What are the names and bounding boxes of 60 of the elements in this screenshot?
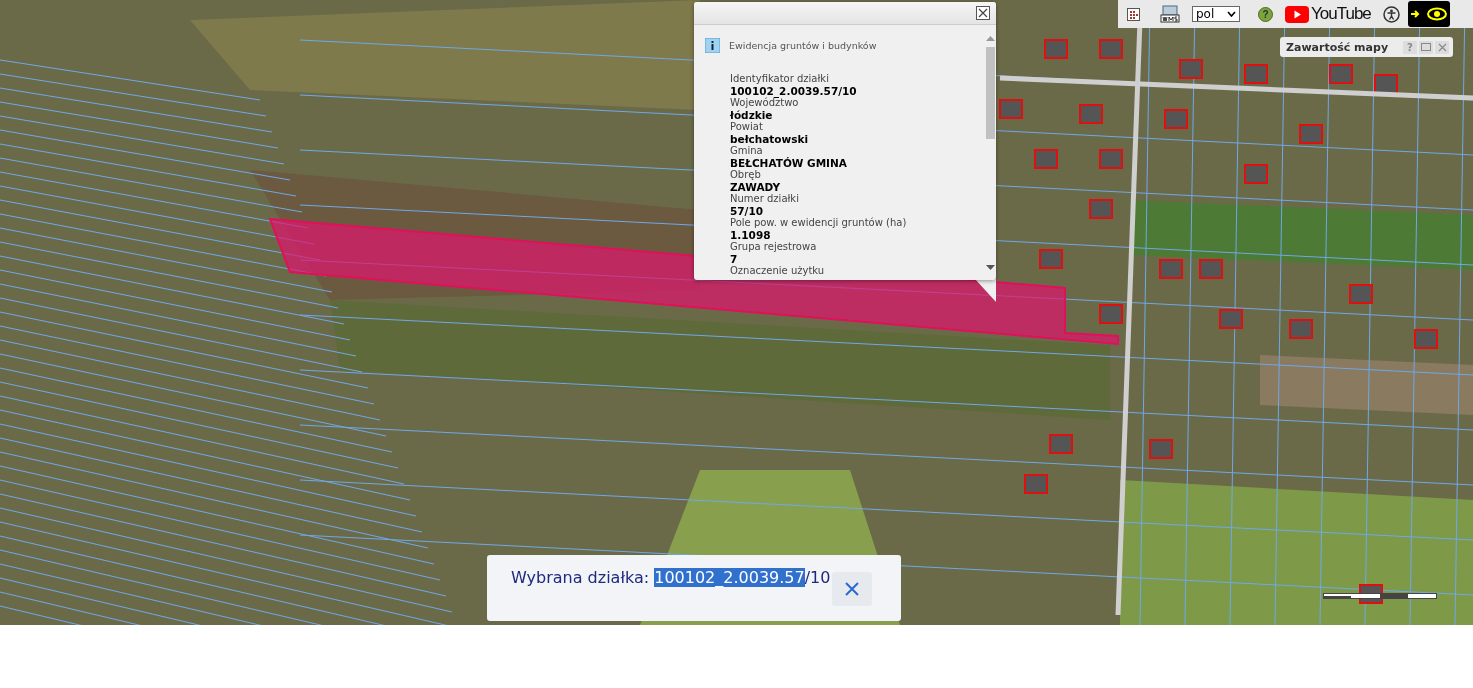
maximize-icon[interactable] [1419, 40, 1433, 54]
building-outline [1299, 124, 1323, 144]
field-value: 57/10 [730, 205, 765, 217]
field-label: Identyfikator działki [730, 73, 830, 85]
building-outline [1199, 259, 1223, 279]
field-value: 100102_2.0039.57/10 [730, 85, 858, 97]
field-value: BEŁCHATÓW GMINA [730, 157, 848, 169]
building-outline [1349, 284, 1373, 304]
field-value: 1.1098 [730, 229, 772, 241]
building-outline [1414, 329, 1438, 349]
building-outline [1099, 149, 1123, 169]
building-outline [1099, 304, 1123, 324]
building-outline [1024, 474, 1048, 494]
chevron-down-icon [1227, 11, 1236, 17]
field-value: łódzkie [730, 109, 774, 121]
selected-parcel-text: Wybrana działka: 100102_2.0039.57/10 [511, 568, 831, 587]
building-outline [1039, 249, 1063, 269]
field-label: Województwo [730, 97, 799, 109]
layer-title: Ewidencja gruntów i budynków [729, 39, 877, 52]
grid-icon[interactable] [1127, 7, 1140, 21]
field-value: bełchatowski [730, 133, 810, 145]
building-outline [1329, 64, 1353, 84]
field-label: Pole pow. w ewidencji gruntów (ha) [730, 217, 908, 229]
info-icon [705, 38, 720, 53]
building-outline [1149, 439, 1173, 459]
close-icon[interactable] [976, 6, 990, 20]
map-layer-icon[interactable] [1160, 5, 1180, 23]
accessibility-button[interactable] [1407, 1, 1450, 27]
building-outline [1289, 319, 1313, 339]
language-select[interactable]: pol [1192, 6, 1240, 22]
building-outline [999, 99, 1023, 119]
youtube-link[interactable]: YouTube [1285, 4, 1371, 24]
building-outline [1179, 59, 1203, 79]
building-outline [1164, 109, 1188, 129]
building-outline [1099, 39, 1123, 59]
field-label: Powiat [730, 121, 764, 133]
help-button[interactable]: ? [1258, 6, 1273, 22]
building-outline [1374, 74, 1398, 94]
accessibility-icon[interactable] [1382, 5, 1400, 23]
building-outline [1244, 64, 1268, 84]
play-icon [1285, 5, 1309, 23]
field-label: Numer działki [730, 193, 800, 205]
building-outline [1049, 434, 1073, 454]
building-outline [1044, 39, 1068, 59]
field-label: Gmina [730, 145, 764, 157]
field-value: 7 [730, 253, 739, 265]
scroll-down-icon[interactable] [986, 265, 995, 271]
building-outline [1079, 104, 1103, 124]
eye-icon [1427, 7, 1448, 21]
building-outline [1034, 149, 1058, 169]
scale-bar-icon [1323, 593, 1437, 599]
building-outline [1089, 199, 1113, 219]
field-value: ZAWADY [730, 181, 782, 193]
panel-title: Zawartość mapy [1286, 40, 1390, 54]
field-label: Oznaczenie użytku [730, 265, 826, 277]
building-outline [1159, 259, 1183, 279]
field-label: Obręb [730, 169, 762, 181]
building-outline [1219, 309, 1243, 329]
field-label: Grupa rejestrowa [730, 241, 818, 253]
building-outline [1244, 164, 1268, 184]
